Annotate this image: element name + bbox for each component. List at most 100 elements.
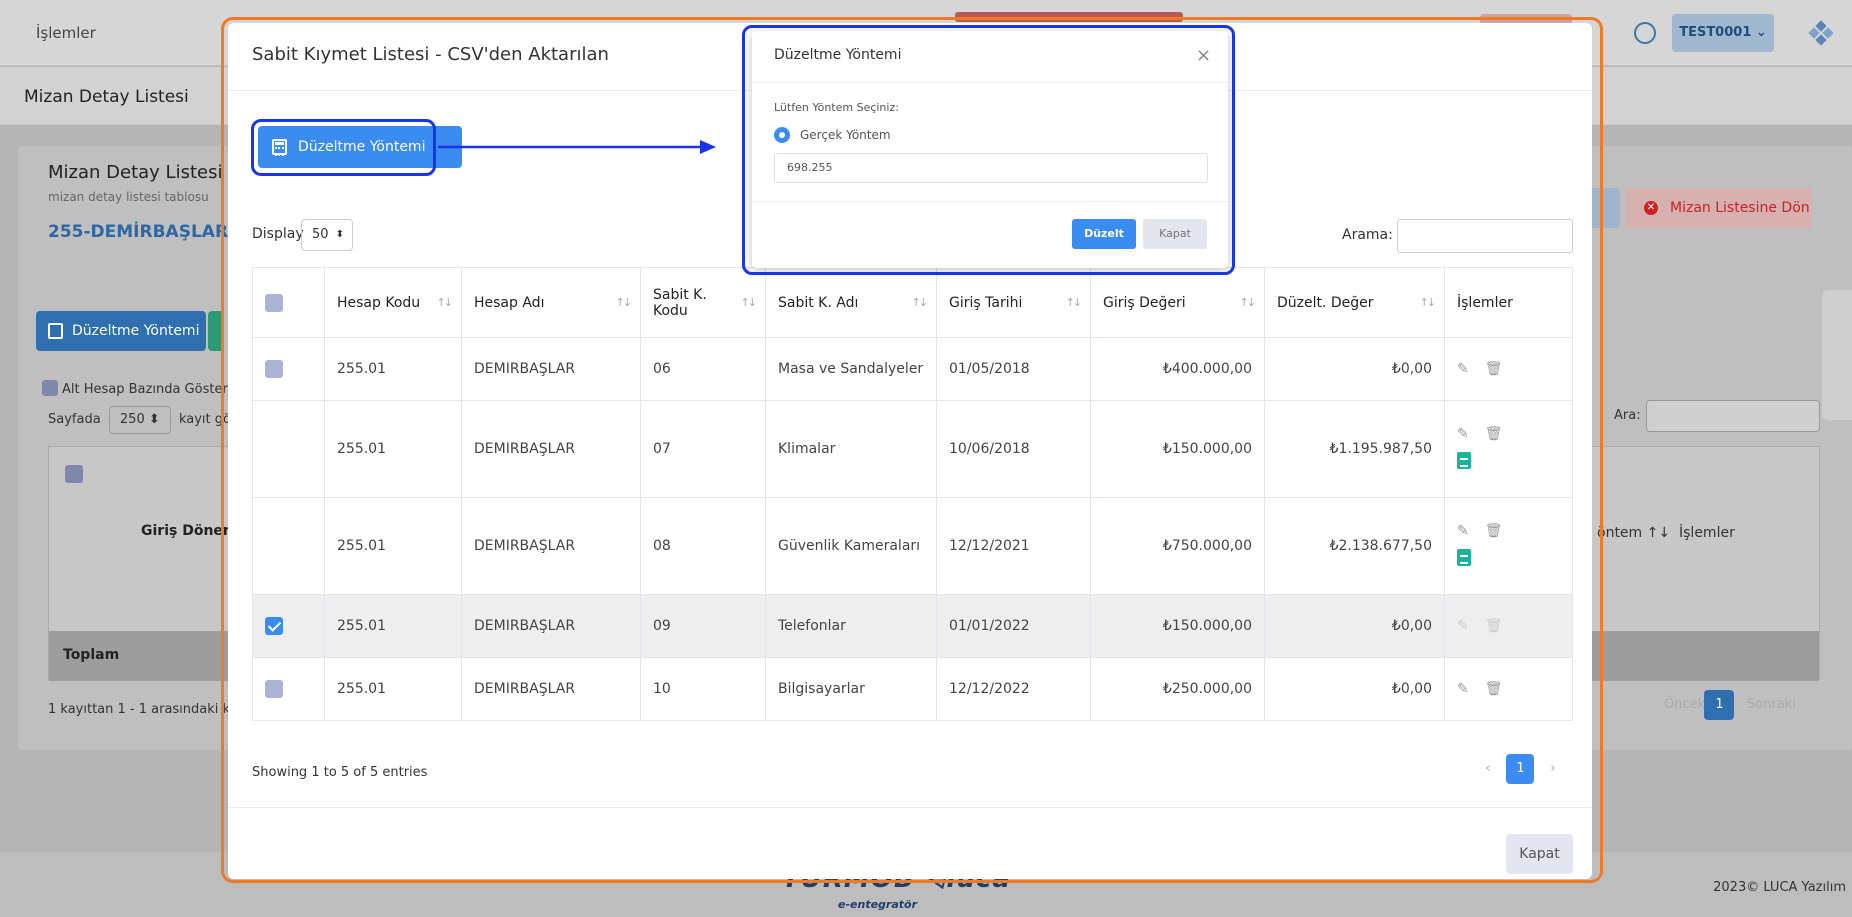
account-code: 255-DEMİRBAŞLAR	[48, 222, 229, 242]
cell-sabit-kodu: 06	[640, 337, 766, 401]
background-adjust-label: Düzeltme Yöntemi	[72, 323, 200, 339]
next-page-link[interactable]: Sonraki	[1747, 690, 1796, 720]
row-checkbox-checked[interactable]	[265, 617, 283, 635]
radio-real-method-label[interactable]: Gerçek Yöntem	[800, 128, 891, 142]
cell-hesap-adi: DEMIRBAŞLAR	[461, 400, 641, 498]
dialog-divider	[752, 201, 1228, 202]
background-blue-button[interactable]	[1590, 188, 1620, 228]
col-giris-degeri[interactable]: Giriş Değeri ↑↓	[1090, 267, 1265, 338]
sort-icon[interactable]: ↑↓	[741, 296, 758, 309]
cell-actions: ✎ 🗑	[1444, 337, 1573, 401]
display-value: 50	[312, 227, 329, 242]
next-page-button[interactable]: ›	[1539, 754, 1567, 784]
cell-hesap-adi: DEMIRBAŞLAR	[461, 594, 641, 658]
cell-sabit-adi: Güvenlik Kameraları	[765, 497, 937, 595]
col-yontem[interactable]: öntem ↑↓	[1597, 525, 1670, 541]
edit-icon[interactable]: ✎	[1457, 618, 1469, 634]
card-subtitle: mizan detay listesi tablosu	[48, 190, 209, 204]
col-label: Hesap Adı	[474, 294, 545, 311]
background-search-input[interactable]	[1646, 400, 1820, 432]
adjust-value-input[interactable]: 698.255	[774, 153, 1208, 183]
col-giris-tarihi[interactable]: Giriş Tarihi ↑↓	[936, 267, 1091, 338]
background-adjust-button[interactable]: Düzeltme Yöntemi	[36, 311, 206, 351]
search-icon[interactable]	[1634, 22, 1656, 44]
modal-footer	[228, 807, 1592, 879]
col-islemler: İşlemler	[1444, 267, 1573, 338]
cell-giris-degeri: ₺150.000,00	[1090, 594, 1265, 658]
sort-icon[interactable]: ↑↓	[616, 296, 633, 309]
sort-icon[interactable]: ↑↓	[1066, 296, 1083, 309]
background-green-button[interactable]	[208, 311, 224, 351]
display-select[interactable]: 50 ⬍	[301, 219, 353, 251]
cell-sabit-kodu: 08	[640, 497, 766, 595]
side-floating-toolbar[interactable]	[1822, 290, 1852, 420]
prev-page-button[interactable]: ‹	[1474, 754, 1502, 784]
row-checkbox[interactable]	[265, 360, 283, 378]
table-row: 255.01 DEMIRBAŞLAR 06 Masa ve Sandalyele…	[252, 337, 1573, 401]
trash-icon[interactable]: 🗑	[1485, 523, 1503, 539]
cell-hesap-kodu: 255.01	[324, 400, 462, 498]
close-icon[interactable]: ×	[1196, 45, 1211, 66]
row-checkbox[interactable]	[265, 680, 283, 698]
logo-subtitle: e-entegratör	[838, 898, 917, 911]
cell-sabit-adi: Klimalar	[765, 400, 937, 498]
trash-icon[interactable]: 🗑	[1485, 361, 1503, 377]
select-all-cell	[252, 267, 325, 338]
adjust-method-button[interactable]: Düzeltme Yöntemi	[258, 126, 462, 168]
page-title: Mizan Detay Listesi	[24, 87, 189, 107]
background-search-label: Ara:	[1614, 408, 1641, 423]
edit-icon[interactable]: ✎	[1457, 523, 1469, 539]
page-1-link[interactable]: 1	[1704, 690, 1735, 720]
col-sabit-kodu[interactable]: Sabit K. Kodu ↑↓	[640, 267, 766, 338]
modal-close-button[interactable]: Kapat	[1506, 834, 1573, 874]
trash-icon[interactable]: 🗑	[1485, 681, 1503, 697]
cell-giris-degeri: ₺150.000,00	[1090, 400, 1265, 498]
records-info: 1 kayıttan 1 - 1 arasındaki ka	[48, 702, 238, 717]
sort-icon[interactable]: ↑↓	[912, 296, 929, 309]
col-hesap-adi[interactable]: Hesap Adı ↑↓	[461, 267, 641, 338]
col-hesap-kodu[interactable]: Hesap Kodu ↑↓	[324, 267, 462, 338]
sort-icon[interactable]: ↑↓	[1420, 296, 1437, 309]
document-icon[interactable]	[1457, 548, 1471, 566]
app-grid-icon[interactable]	[1808, 20, 1834, 46]
trash-icon[interactable]: 🗑	[1485, 426, 1503, 442]
sort-icon[interactable]: ↑↓	[1240, 296, 1257, 309]
col-label: Düzelt. Değer	[1277, 294, 1374, 311]
document-icon[interactable]	[1457, 451, 1471, 469]
dialog-close-button[interactable]: Kapat	[1143, 219, 1207, 249]
select-all-checkbox[interactable]	[65, 465, 83, 483]
show-subaccount-toggle[interactable]: Alt Hesap Bazında Göster	[42, 380, 228, 397]
adjust-method-label: Düzeltme Yöntemi	[298, 139, 426, 155]
topbar-title[interactable]: İşlemler	[36, 24, 96, 42]
trash-icon[interactable]: 🗑	[1485, 618, 1503, 634]
total-label: Toplam	[63, 647, 120, 663]
cell-sabit-adi: Masa ve Sandalyeler	[765, 337, 937, 401]
radio-real-method[interactable]	[774, 127, 790, 143]
col-duzelt-deger[interactable]: Düzelt. Değer ↑↓	[1264, 267, 1445, 338]
prev-page-link[interactable]: Önceki	[1664, 690, 1709, 720]
edit-icon[interactable]: ✎	[1457, 681, 1469, 697]
col-label: Giriş Tarihi	[949, 294, 1023, 311]
adjust-method-dialog: Düzeltme Yöntemi × Lütfen Yöntem Seçiniz…	[752, 31, 1228, 268]
dialog-title: Düzeltme Yöntemi	[774, 47, 902, 63]
select-all-checkbox[interactable]	[265, 293, 283, 312]
col-label: Hesap Kodu	[337, 294, 421, 311]
col-sabit-adi[interactable]: Sabit K. Adı ↑↓	[765, 267, 937, 338]
cell-giris-degeri: ₺250.000,00	[1090, 657, 1265, 721]
search-input[interactable]	[1397, 219, 1573, 253]
cell-duzelt-deger: ₺1.195.987,50	[1264, 400, 1445, 498]
page-1-button[interactable]: 1	[1506, 754, 1535, 784]
cell-hesap-kodu: 255.01	[324, 337, 462, 401]
edit-icon[interactable]: ✎	[1457, 426, 1469, 442]
checkbox[interactable]	[42, 380, 58, 396]
user-menu-button[interactable]: TEST0001 ⌄	[1672, 14, 1774, 52]
back-button-label: Mizan Listesine Dön	[1670, 200, 1810, 216]
sort-icon[interactable]: ↑↓	[437, 296, 454, 309]
row-select-cell	[252, 400, 325, 498]
adjust-confirm-button[interactable]: Düzelt	[1072, 219, 1136, 249]
per-page-select[interactable]: 250 ⬍	[108, 406, 171, 434]
copyright: 2023© LUCA Yazılım	[1713, 880, 1846, 895]
edit-icon[interactable]: ✎	[1457, 361, 1469, 377]
col-label: Sabit K. Kodu	[653, 286, 707, 319]
back-to-mizan-button[interactable]: ✕ Mizan Listesine Dön	[1626, 188, 1812, 228]
